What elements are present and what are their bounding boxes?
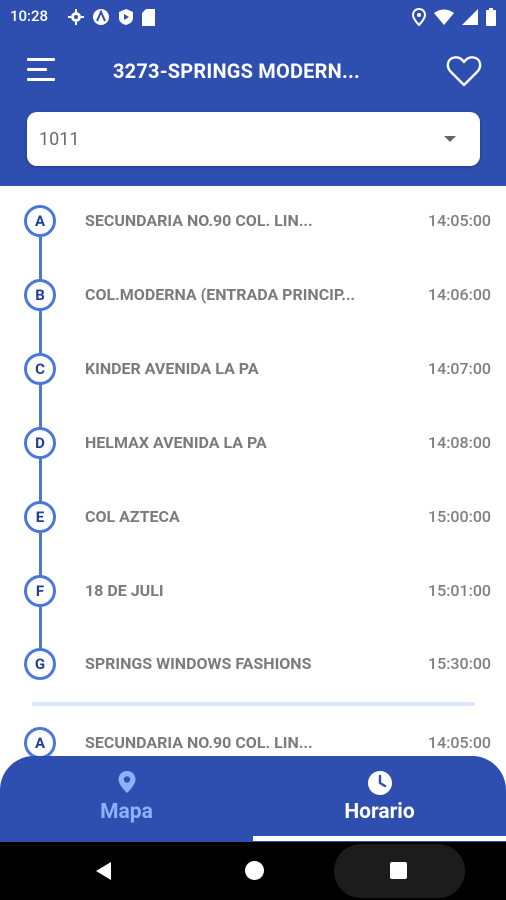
map-pin-icon [118,771,135,793]
stop-time: 15:01:00 [428,581,491,600]
list-item[interactable]: C KINDER AVENIDA LA PA 14:07:00 [0,351,506,391]
stop-marker: C [24,353,56,385]
system-navigation-bar [0,842,506,900]
stop-name: KINDER AVENIDA LA PA [85,359,259,378]
stop-name: COL.MODERNA (ENTRADA PRINCIP... [85,285,356,304]
signal-icon [462,9,478,25]
stop-time: 14:07:00 [428,359,491,378]
tab-schedule[interactable]: Horario [253,756,506,842]
stop-time: 14:05:00 [428,211,491,230]
settings-icon [68,9,84,25]
stop-marker: F [24,575,56,607]
stop-time: 15:30:00 [428,654,491,673]
tab-schedule-label: Horario [344,800,415,824]
stop-time: 15:00:00 [428,507,491,526]
stop-name: HELMAX AVENIDA LA PA [85,433,267,452]
list-item[interactable]: D HELMAX AVENIDA LA PA 14:08:00 [0,425,506,465]
app-a-icon [92,8,110,26]
stop-marker: A [24,727,56,756]
route-dropdown-value: 1011 [39,129,80,150]
back-icon[interactable] [96,862,111,880]
page-title: 3273-SPRINGS MODERN... [113,59,360,83]
stop-marker: G [24,648,56,680]
list-item[interactable]: A SECUNDARIA NO.90 COL. LIN... 14:05:00 [0,203,506,243]
clock-icon [367,771,392,795]
trip-divider [32,702,475,706]
menu-icon[interactable] [27,58,55,82]
tab-map[interactable]: Mapa [0,756,253,842]
stop-time: 14:06:00 [428,285,491,304]
schedule-list: A SECUNDARIA NO.90 COL. LIN... 14:05:00 … [0,186,506,756]
favorite-heart-icon[interactable] [446,54,482,88]
stop-time: 14:05:00 [428,733,491,752]
list-item[interactable]: G SPRINGS WINDOWS FASHIONS 15:30:00 [0,646,506,686]
recent-apps-icon[interactable] [390,862,407,879]
chevron-down-icon [444,136,456,142]
sd-card-icon [142,8,155,26]
stop-name: SPRINGS WINDOWS FASHIONS [85,654,312,673]
app-bar: 3273-SPRINGS MODERN... [0,34,506,110]
home-icon[interactable] [245,861,264,880]
stop-marker: A [24,205,56,237]
stop-marker: E [24,501,56,533]
bottom-navigation: Mapa Horario [0,756,506,842]
list-item[interactable]: A SECUNDARIA NO.90 COL. LIN... 14:05:00 [0,725,506,756]
stop-name: SECUNDARIA NO.90 COL. LIN... [85,211,313,230]
stop-marker: B [24,279,56,311]
stop-name: SECUNDARIA NO.90 COL. LIN... [85,733,313,752]
stop-name: COL AZTECA [85,507,180,526]
stop-name: 18 DE JULI [85,581,164,600]
route-dropdown[interactable]: 1011 [27,112,480,166]
location-icon [412,8,426,26]
active-tab-indicator [253,836,506,841]
status-time: 10:28 [10,7,49,25]
list-item[interactable]: F 18 DE JULI 15:01:00 [0,573,506,613]
wifi-icon [434,9,454,25]
shield-play-icon [118,8,134,26]
tab-map-label: Mapa [100,800,153,824]
list-item[interactable]: B COL.MODERNA (ENTRADA PRINCIP... 14:06:… [0,277,506,317]
battery-icon [486,8,496,26]
list-item[interactable]: E COL AZTECA 15:00:00 [0,499,506,539]
status-bar: 10:28 [0,0,506,34]
stop-marker: D [24,427,56,459]
stop-time: 14:08:00 [428,433,491,452]
